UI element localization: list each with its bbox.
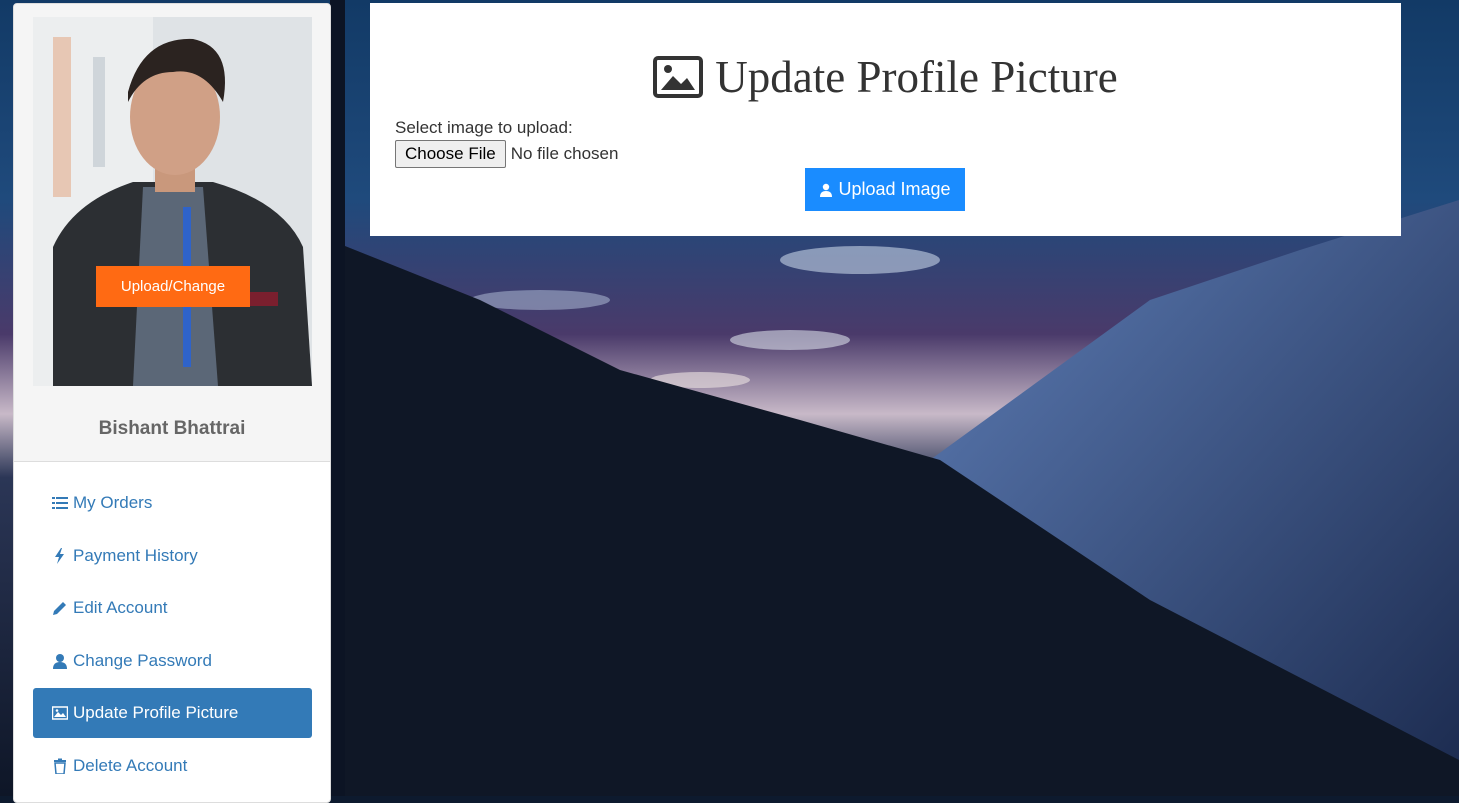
bolt-icon	[52, 547, 68, 564]
menu-item-edit-account[interactable]: Edit Account	[33, 583, 312, 633]
menu-item-update-profile-picture[interactable]: Update Profile Picture	[33, 688, 312, 738]
picture-icon	[52, 705, 68, 721]
menu-item-label: Update Profile Picture	[73, 703, 239, 722]
trash-icon	[52, 758, 68, 774]
user-upload-icon	[819, 183, 833, 197]
user-name: Bishant Bhattrai	[98, 418, 246, 439]
list-icon	[52, 495, 68, 511]
profile-photo: Upload/Change	[33, 17, 312, 386]
page-title: Update Profile Picture	[370, 51, 1401, 103]
menu-item-label: Delete Account	[73, 755, 188, 775]
user-icon	[52, 653, 68, 669]
upload-change-button[interactable]: Upload/Change	[96, 266, 250, 307]
update-picture-panel: Update Profile Picture Select image to u…	[370, 3, 1401, 236]
menu-item-delete-account[interactable]: Delete Account	[33, 741, 312, 791]
menu-item-change-password[interactable]: Change Password	[33, 636, 312, 686]
menu-item-my-orders[interactable]: My Orders	[33, 478, 312, 528]
account-menu: My Orders Payment History Edit Account C…	[33, 478, 312, 793]
menu-item-label: Change Password	[73, 650, 212, 670]
profile-sidebar: Upload/Change Bishant Bhattrai My Orders…	[13, 3, 331, 803]
menu-item-label: Edit Account	[73, 598, 168, 617]
upload-image-label: Upload Image	[838, 179, 951, 199]
menu-item-label: Payment History	[73, 545, 198, 565]
pencil-icon	[52, 600, 68, 616]
select-image-label: Select image to upload:	[395, 118, 573, 137]
choose-file-button[interactable]: Choose File	[395, 140, 506, 168]
no-file-text: No file chosen	[510, 144, 619, 163]
menu-item-label: My Orders	[73, 493, 153, 512]
menu-item-payment-history[interactable]: Payment History	[33, 531, 312, 581]
file-input[interactable]: Choose File No file chosen	[395, 140, 618, 168]
upload-image-button[interactable]: Upload Image	[805, 168, 965, 211]
page-title-text: Update Profile Picture	[715, 52, 1118, 102]
profile-card: Upload/Change Bishant Bhattrai	[14, 4, 330, 462]
picture-icon	[653, 56, 704, 98]
